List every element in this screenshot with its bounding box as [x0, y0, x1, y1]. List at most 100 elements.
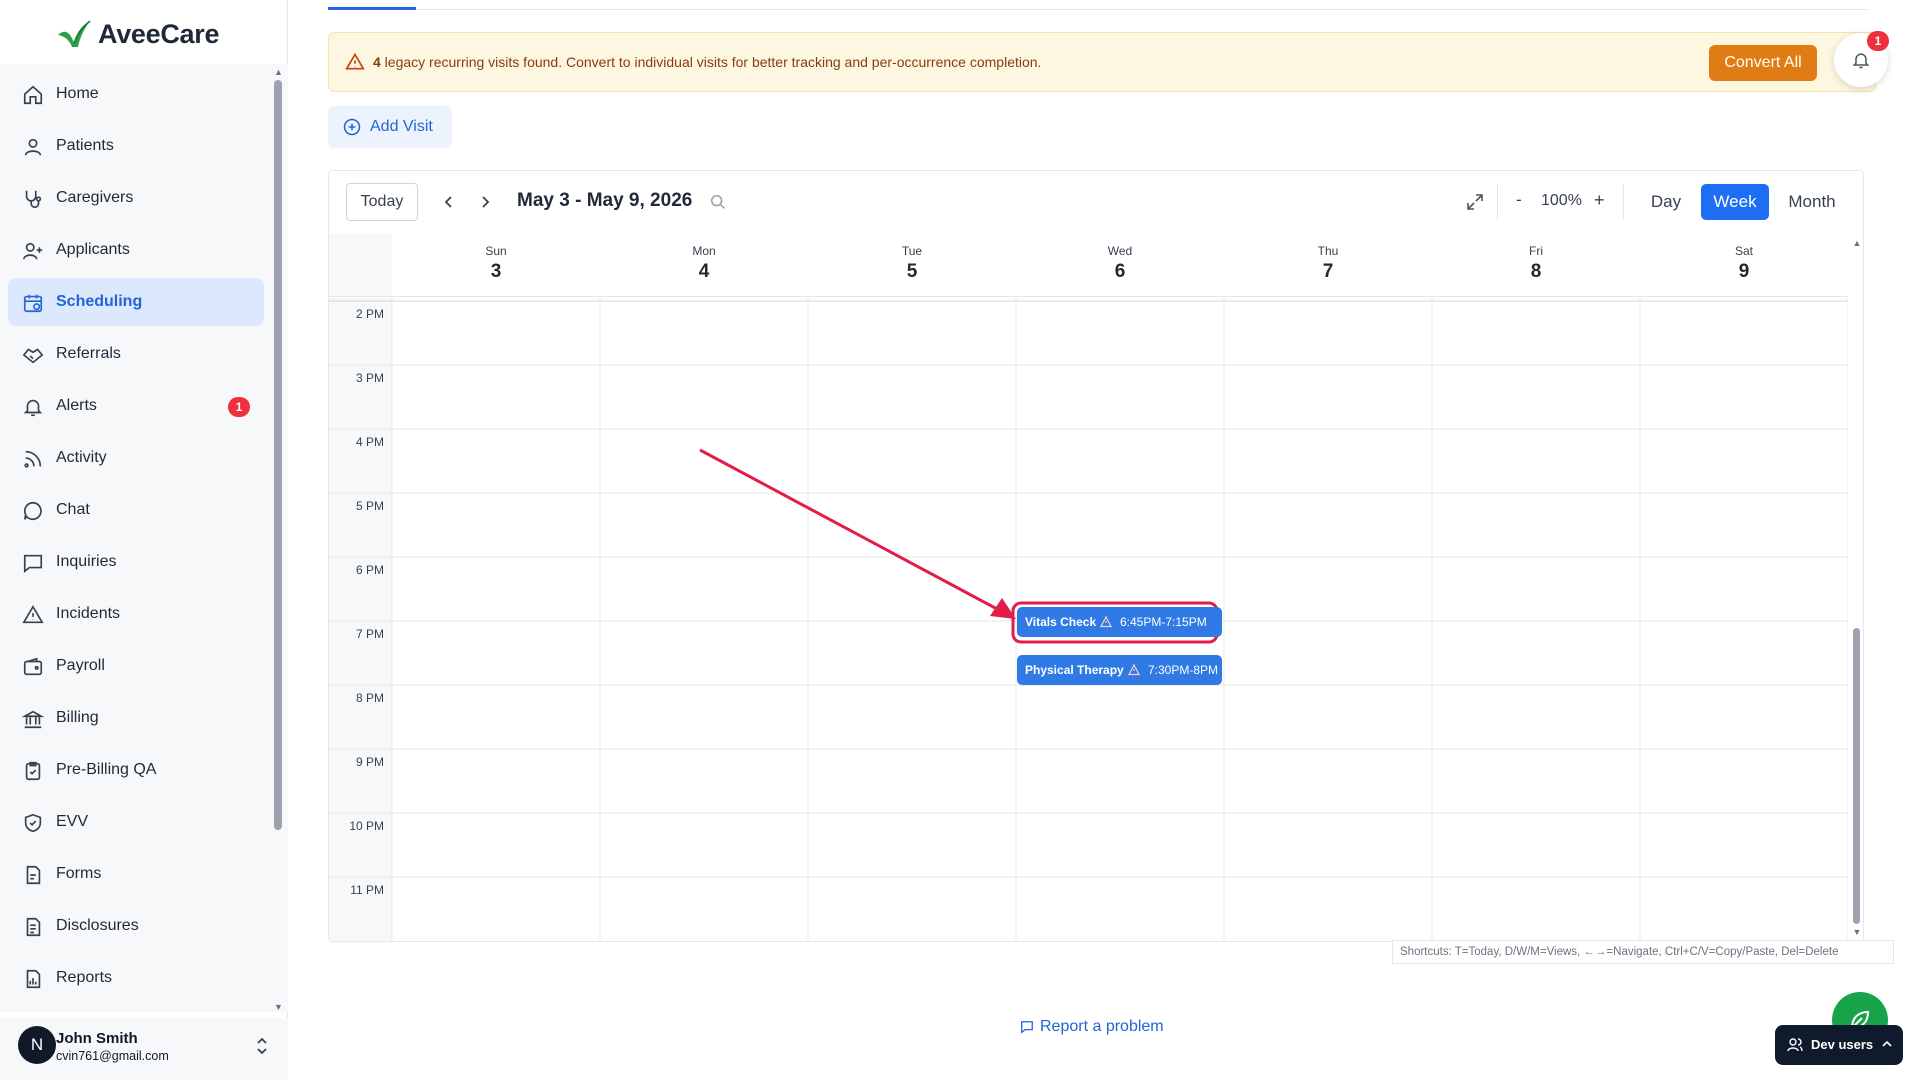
sidebar-item-payroll[interactable]: Payroll	[8, 642, 264, 690]
sidebar-item-disclosures[interactable]: Disclosures	[8, 902, 264, 950]
warning-icon	[345, 52, 365, 70]
shield-check-icon	[24, 813, 42, 833]
clipboard-check-icon	[25, 761, 41, 781]
sidebar-item-billing[interactable]: Billing	[8, 694, 264, 742]
sidebar-item-applicants[interactable]: Applicants	[8, 226, 264, 274]
tab-bar	[328, 0, 1868, 10]
sidebar-scrollbar[interactable]	[274, 80, 282, 830]
sidebar-scroll-down[interactable]: ▼	[274, 1003, 283, 1012]
stethoscope-icon	[25, 190, 42, 209]
home-icon	[23, 85, 43, 105]
report-problem-link[interactable]: Report a problem	[1020, 1017, 1164, 1037]
user-name: John Smith	[56, 1030, 138, 1047]
sidebar-item-label: Payroll	[56, 657, 105, 674]
nav-panel: Home Patients Caregivers Applicants Sche…	[0, 64, 288, 1012]
hour-label: 3 PM	[355, 371, 384, 385]
event-time: 6:45PM-7:15PM	[1120, 615, 1207, 629]
bank-icon	[22, 710, 44, 729]
day-header-fri[interactable]: Fri 8	[1432, 234, 1640, 296]
user-icon	[24, 138, 42, 156]
document-icon	[26, 917, 41, 937]
sidebar-item-caregivers[interactable]: Caregivers	[8, 174, 264, 222]
hour-label: 11 PM	[350, 883, 384, 897]
zoom-in-button[interactable]: +	[1594, 190, 1605, 211]
sidebar-scroll-up[interactable]: ▲	[274, 68, 283, 77]
plus-circle-icon	[343, 118, 361, 136]
chevron-up-down-icon	[257, 1037, 267, 1055]
banner-text: legacy recurring visits found. Convert t…	[380, 54, 1042, 70]
sidebar-item-label: Disclosures	[56, 917, 139, 934]
sidebar-item-forms[interactable]: Forms	[8, 850, 264, 898]
add-visit-label: Add Visit	[370, 118, 433, 135]
sidebar-item-label: Applicants	[56, 241, 130, 258]
day-header-mon[interactable]: Mon 4	[600, 234, 808, 296]
hour-label: 9 PM	[355, 755, 384, 769]
day-header-sun[interactable]: Sun 3	[392, 234, 600, 296]
banner-message: 4 legacy recurring visits found. Convert…	[373, 54, 1041, 70]
sidebar-item-inquiries[interactable]: Inquiries	[8, 538, 264, 586]
day-header-sat[interactable]: Sat 9	[1640, 234, 1848, 296]
day-date: 5	[906, 261, 918, 282]
chat-bubble-icon	[23, 501, 42, 521]
sidebar-item-label: Patients	[56, 137, 114, 154]
convert-all-button[interactable]: Convert All	[1709, 45, 1817, 81]
today-button[interactable]: Today	[346, 183, 418, 221]
expand-icon[interactable]	[1465, 192, 1485, 212]
sidebar-item-alerts[interactable]: Alerts 1	[8, 382, 264, 430]
search-icon[interactable]	[709, 193, 727, 211]
report-icon	[26, 969, 41, 989]
warning-icon	[1100, 616, 1112, 628]
header-divider	[328, 296, 1848, 297]
day-header-thu[interactable]: Thu 7	[1224, 234, 1432, 296]
sidebar-item-pre-billing-qa[interactable]: Pre-Billing QA	[8, 746, 264, 794]
date-range-title: May 3 - May 9, 2026	[517, 190, 693, 211]
hour-label: 7 PM	[355, 627, 384, 641]
user-menu[interactable]: N John Smith cvin761@gmail.com	[0, 1018, 288, 1080]
sidebar-item-home[interactable]: Home	[8, 70, 264, 118]
app-logo[interactable]: AveeCare	[56, 16, 219, 52]
view-day-button[interactable]: Day	[1640, 184, 1692, 220]
sidebar-item-label: EVV	[56, 813, 89, 830]
add-visit-button[interactable]: Add Visit	[328, 106, 452, 148]
sidebar-item-referrals[interactable]: Referrals	[8, 330, 264, 378]
event-time: 7:30PM-8PM	[1148, 663, 1219, 677]
view-month-button[interactable]: Month	[1778, 184, 1846, 220]
chevron-left-icon[interactable]	[439, 192, 459, 212]
active-tab-indicator	[328, 7, 416, 10]
dev-users-button[interactable]: Dev users	[1775, 1025, 1903, 1065]
sidebar-item-label: Home	[56, 85, 99, 102]
event-vitals-check[interactable]: Vitals Check 6:45PM-7:15PM	[1017, 607, 1222, 637]
calendar-scroll-up[interactable]: ▲	[1852, 238, 1862, 248]
dev-users-label: Dev users	[1811, 1037, 1874, 1052]
day-header-wed[interactable]: Wed 6	[1016, 234, 1224, 296]
sidebar-item-label: Inquiries	[56, 553, 117, 570]
sidebar-item-reports[interactable]: Reports	[8, 954, 264, 1002]
bell-icon	[23, 399, 43, 417]
warning-triangle-icon	[22, 605, 44, 624]
warning-icon	[1128, 664, 1140, 676]
event-physical-therapy[interactable]: Physical Therapy 7:30PM-8PM	[1017, 655, 1222, 685]
day-date: 7	[1322, 261, 1334, 282]
sidebar-item-evv[interactable]: EVV	[8, 798, 264, 846]
chevron-right-icon[interactable]	[475, 192, 495, 212]
user-email: cvin761@gmail.com	[56, 1049, 169, 1063]
hour-label: 10 PM	[349, 819, 384, 833]
sidebar-item-label: Forms	[56, 865, 102, 882]
sidebar-item-patients[interactable]: Patients	[8, 122, 264, 170]
calendar-scrollbar[interactable]	[1853, 628, 1860, 924]
sidebar-item-label: Referrals	[56, 345, 121, 362]
sidebar-item-activity[interactable]: Activity	[8, 434, 264, 482]
sidebar-item-incidents[interactable]: Incidents	[8, 590, 264, 638]
sidebar-item-scheduling[interactable]: Scheduling	[8, 278, 264, 326]
sidebar-item-label: Billing	[56, 709, 99, 726]
day-name: Sun	[485, 244, 507, 258]
view-week-button[interactable]: Week	[1701, 184, 1769, 220]
form-icon	[26, 865, 41, 885]
day-name: Sat	[1734, 244, 1753, 258]
calendar-scroll-down[interactable]: ▼	[1852, 927, 1862, 937]
zoom-out-button[interactable]: -	[1516, 190, 1522, 210]
day-header-tue[interactable]: Tue 5	[808, 234, 1016, 296]
day-date: 4	[698, 261, 710, 282]
sidebar-item-chat[interactable]: Chat	[8, 486, 264, 534]
users-icon	[1787, 1038, 1803, 1052]
